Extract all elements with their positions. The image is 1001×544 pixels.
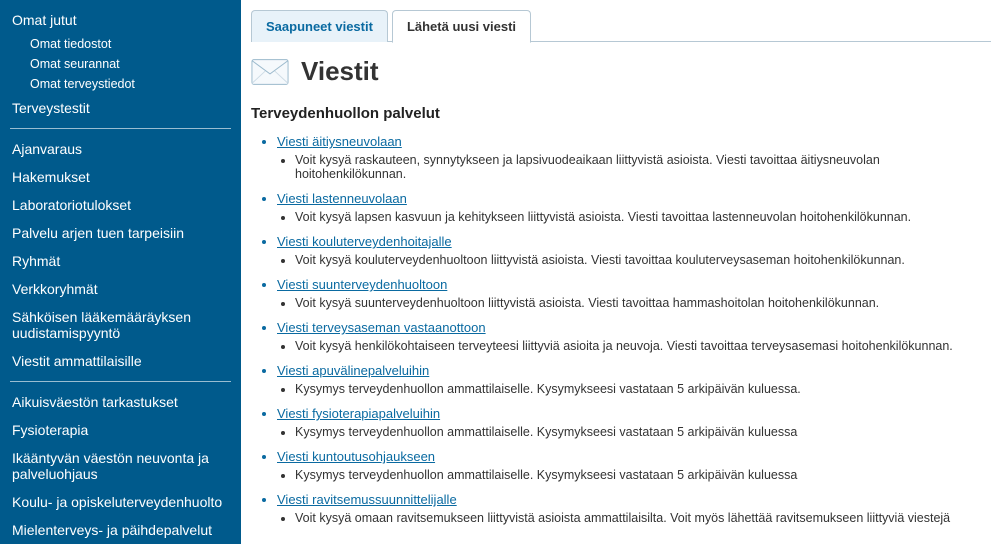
message-desc: Kysymys terveydenhuollon ammattilaiselle… <box>295 425 991 439</box>
sidebar-item-verkkoryhmat[interactable]: Verkkoryhmät <box>10 275 231 303</box>
envelope-icon <box>251 58 289 86</box>
sidebar-item-terveystestit[interactable]: Terveystestit <box>10 94 231 122</box>
section-heading: Terveydenhuollon palvelut <box>251 105 991 122</box>
sidebar-item-sahkoisen-laakemaarayksen[interactable]: Sähköisen lääkemääräyksen uudistamispyyn… <box>10 303 231 347</box>
message-link[interactable]: Viesti suunterveydenhuoltoon <box>277 277 447 292</box>
sidebar-sub-omat-tiedostot[interactable]: Omat tiedostot <box>10 34 231 54</box>
list-item: Viesti äitiysneuvolaan Voit kysyä raskau… <box>277 134 991 181</box>
message-desc: Voit kysyä omaan ravitsemukseen liittyvi… <box>295 511 991 525</box>
sidebar: Omat jutut Omat tiedostot Omat seurannat… <box>0 0 241 544</box>
sidebar-item-laboratoriotulokset[interactable]: Laboratoriotulokset <box>10 191 231 219</box>
message-desc: Kysymys terveydenhuollon ammattilaiselle… <box>295 382 991 396</box>
message-link[interactable]: Viesti terveysaseman vastaanottoon <box>277 320 486 335</box>
sidebar-item-palvelu-arjen-tuen[interactable]: Palvelu arjen tuen tarpeisiin <box>10 219 231 247</box>
message-link[interactable]: Viesti lastenneuvolaan <box>277 191 407 206</box>
sidebar-item-ikaantyvan[interactable]: Ikääntyvän väestön neuvonta ja palveluoh… <box>10 444 231 488</box>
list-item: Viesti terveysaseman vastaanottoon Voit … <box>277 320 991 353</box>
tabs: Saapuneet viestit Lähetä uusi viesti <box>251 0 991 42</box>
sidebar-item-ajanvaraus[interactable]: Ajanvaraus <box>10 135 231 163</box>
message-desc: Voit kysyä henkilökohtaiseen terveyteesi… <box>295 339 991 353</box>
tab-compose[interactable]: Lähetä uusi viesti <box>392 10 531 43</box>
sidebar-item-aikuisvaeston[interactable]: Aikuisväestön tarkastukset <box>10 388 231 416</box>
message-link[interactable]: Viesti kouluterveydenhoitajalle <box>277 234 452 249</box>
message-link[interactable]: Viesti ravitsemussuunnittelijalle <box>277 492 457 507</box>
list-item: Viesti suunterveydenhuoltoon Voit kysyä … <box>277 277 991 310</box>
list-item: Viesti lastenneuvolaan Voit kysyä lapsen… <box>277 191 991 224</box>
message-desc: Voit kysyä lapsen kasvuun ja kehitykseen… <box>295 210 991 224</box>
message-link[interactable]: Viesti äitiysneuvolaan <box>277 134 402 149</box>
sidebar-separator <box>10 128 231 129</box>
list-item: Viesti apuvälinepalveluihin Kysymys terv… <box>277 363 991 396</box>
sidebar-item-viestit-ammattilaisille[interactable]: Viestit ammattilaisille <box>10 347 231 375</box>
tab-inbox[interactable]: Saapuneet viestit <box>251 10 388 42</box>
sidebar-item-ryhmat[interactable]: Ryhmät <box>10 247 231 275</box>
sidebar-separator <box>10 381 231 382</box>
sidebar-item-mielenterveys[interactable]: Mielenterveys- ja päihdepalvelut <box>10 516 231 544</box>
list-item: Viesti kouluterveydenhoitajalle Voit kys… <box>277 234 991 267</box>
message-desc: Voit kysyä suunterveydenhuoltoon liittyv… <box>295 296 991 310</box>
main-content: Saapuneet viestit Lähetä uusi viesti Vie… <box>241 0 1001 544</box>
sidebar-sub-omat-terveystiedot[interactable]: Omat terveystiedot <box>10 74 231 94</box>
sidebar-item-omat-jutut[interactable]: Omat jutut <box>10 6 231 34</box>
message-desc: Kysymys terveydenhuollon ammattilaiselle… <box>295 468 991 482</box>
page-title: Viestit <box>301 56 379 87</box>
sidebar-item-hakemukset[interactable]: Hakemukset <box>10 163 231 191</box>
list-item: Viesti fysioterapiapalveluihin Kysymys t… <box>277 406 991 439</box>
message-link[interactable]: Viesti kuntoutusohjaukseen <box>277 449 435 464</box>
message-desc: Voit kysyä raskauteen, synnytykseen ja l… <box>295 153 991 181</box>
list-item: Viesti kuntoutusohjaukseen Kysymys terve… <box>277 449 991 482</box>
sidebar-item-koulu-opiskelu[interactable]: Koulu- ja opiskeluterveydenhuolto <box>10 488 231 516</box>
message-desc: Voit kysyä kouluterveydenhuoltoon liitty… <box>295 253 991 267</box>
sidebar-sub-omat-seurannat[interactable]: Omat seurannat <box>10 54 231 74</box>
message-link[interactable]: Viesti fysioterapiapalveluihin <box>277 406 440 421</box>
message-link[interactable]: Viesti apuvälinepalveluihin <box>277 363 429 378</box>
message-list: Viesti äitiysneuvolaan Voit kysyä raskau… <box>251 134 991 525</box>
list-item: Viesti ravitsemussuunnittelijalle Voit k… <box>277 492 991 525</box>
page-title-row: Viestit <box>251 56 991 87</box>
sidebar-item-fysioterapia[interactable]: Fysioterapia <box>10 416 231 444</box>
